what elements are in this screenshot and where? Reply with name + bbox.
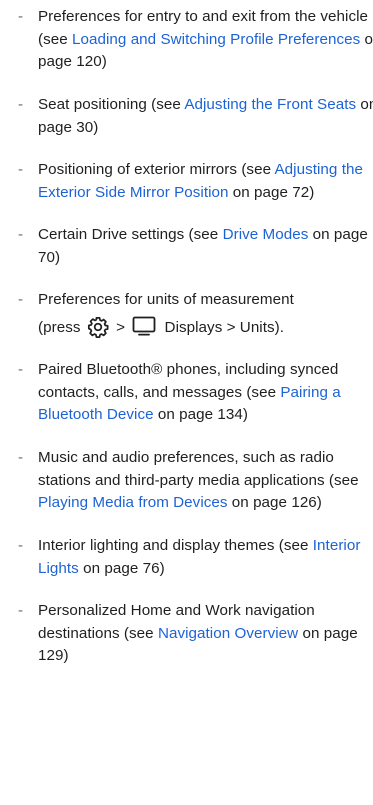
bullet-dash: - — [18, 602, 24, 619]
item-text: on page 76) — [78, 559, 165, 577]
bullet-dash: - — [18, 8, 24, 25]
item-text: Interior lighting and display themes (se… — [38, 537, 313, 554]
item-text: (press — [38, 318, 81, 336]
list-item: - Positioning of exterior mirrors (see A… — [10, 159, 373, 204]
link-adjusting-front-seats[interactable]: Adjusting the Front Seats — [184, 96, 356, 113]
item-text: Positioning of exterior mirrors (see — [38, 161, 275, 178]
list-item: - Personalized Home and Work navigation … — [10, 600, 373, 668]
item-text: on page 134) — [153, 406, 249, 423]
item-text: on page 72) — [228, 183, 315, 201]
bullet-dash: - — [18, 161, 24, 178]
item-text: Certain Drive settings (see — [38, 226, 223, 243]
list-item: - Interior lighting and display themes (… — [10, 535, 373, 580]
item-text: Music and audio preferences, such as rad… — [38, 449, 359, 489]
bullet-dash: - — [18, 291, 24, 308]
link-loading-switching-profile-preferences[interactable]: Loading and Switching Profile Preference… — [72, 31, 360, 48]
item-text: on page 126) — [227, 494, 322, 511]
display-icon — [132, 316, 156, 336]
item-text: Seat positioning (see — [38, 96, 185, 113]
document-page: - Preferences for entry to and exit from… — [0, 0, 373, 805]
link-playing-media-from-devices[interactable]: Playing Media from Devices — [38, 494, 228, 511]
list-item: - Paired Bluetooth® phones, including sy… — [10, 359, 373, 427]
link-drive-modes[interactable]: Drive Modes — [223, 226, 309, 243]
item-text: Preferences for units of measurement — [38, 291, 294, 308]
list-item: - Seat positioning (see Adjusting the Fr… — [10, 94, 373, 139]
gear-icon — [87, 316, 109, 338]
bullet-dash: - — [18, 537, 24, 554]
item-text: Displays > Units). — [164, 318, 285, 336]
link-navigation-overview[interactable]: Navigation Overview — [158, 625, 298, 642]
units-instruction-line: (press > Displays > Units). — [38, 316, 373, 340]
list-item: - Preferences for entry to and exit from… — [10, 6, 373, 74]
bullet-dash: - — [18, 361, 24, 378]
bullet-dash: - — [18, 226, 24, 243]
bullet-dash: - — [18, 449, 24, 466]
bullet-dash: - — [18, 96, 24, 113]
list-item: - Certain Drive settings (see Drive Mode… — [10, 224, 373, 269]
item-text: > — [116, 318, 125, 336]
list-item: - Music and audio preferences, such as r… — [10, 447, 373, 515]
list-item: - Preferences for units of measurement (… — [10, 289, 373, 339]
